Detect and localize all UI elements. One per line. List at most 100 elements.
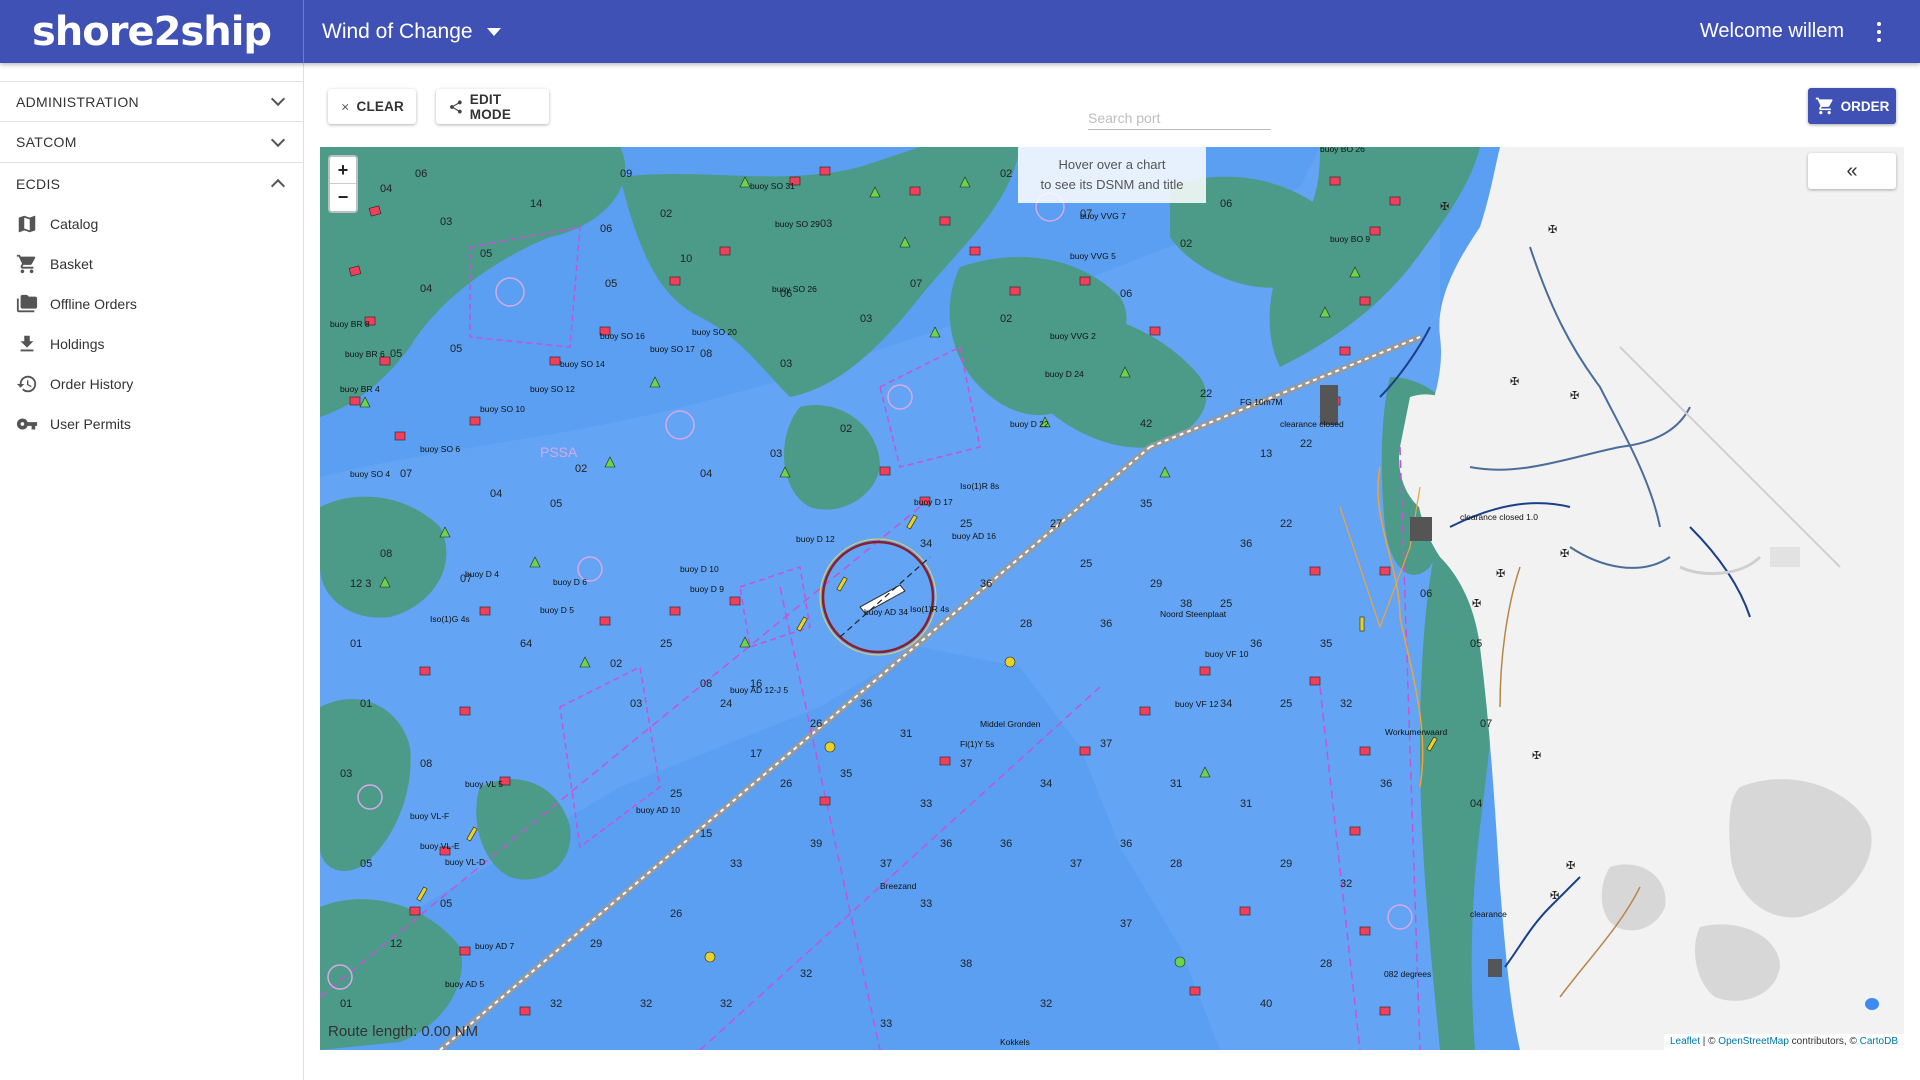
svg-text:buoy D 6: buoy D 6 xyxy=(553,577,587,587)
svg-text:buoy SO 20: buoy SO 20 xyxy=(692,327,737,337)
cartodb-link[interactable]: CartoDB xyxy=(1860,1036,1898,1047)
svg-text:36: 36 xyxy=(1380,778,1392,790)
svg-text:37: 37 xyxy=(960,758,972,770)
svg-text:36: 36 xyxy=(1100,618,1112,630)
svg-text:37: 37 xyxy=(1070,858,1082,870)
svg-text:25: 25 xyxy=(1080,558,1092,570)
svg-text:✠: ✠ xyxy=(1570,390,1579,402)
svg-text:✠: ✠ xyxy=(1510,376,1519,388)
svg-text:buoy SO 10: buoy SO 10 xyxy=(480,404,525,414)
order-button[interactable]: ORDER xyxy=(1808,88,1896,124)
svg-text:03: 03 xyxy=(820,218,832,230)
svg-text:33: 33 xyxy=(730,858,742,870)
svg-text:Iso(1)G 4s: Iso(1)G 4s xyxy=(430,614,470,624)
svg-text:14: 14 xyxy=(530,198,542,210)
sidebar-item-catalog[interactable]: Catalog xyxy=(0,204,303,244)
zoom-in-button[interactable]: + xyxy=(330,157,356,184)
section-administration[interactable]: ADMINISTRATION xyxy=(0,81,303,122)
svg-text:clearance closed: clearance closed xyxy=(1280,419,1344,429)
svg-text:buoy BR 6: buoy BR 6 xyxy=(345,349,385,359)
more-vert-icon[interactable] xyxy=(1876,22,1882,42)
svg-text:32: 32 xyxy=(1340,698,1352,710)
svg-text:buoy AD 34: buoy AD 34 xyxy=(864,607,908,617)
svg-text:01: 01 xyxy=(350,638,362,650)
svg-text:04: 04 xyxy=(490,488,502,500)
svg-text:35: 35 xyxy=(1320,638,1332,650)
svg-text:28: 28 xyxy=(1170,858,1182,870)
svg-text:buoy AD 10: buoy AD 10 xyxy=(636,805,680,815)
svg-text:buoy BO 9: buoy BO 9 xyxy=(1330,234,1370,244)
svg-text:buoy D 24: buoy D 24 xyxy=(1045,369,1084,379)
map-attribution: Leaflet | © OpenStreetMap contributors, … xyxy=(1663,1034,1904,1050)
nautical-chart-map[interactable]: ✠ ✠ ✠ ✠ ✠ ✠ ✠ ✠ ✠ ✠ 04 06 03 14 09 06 02 10 05… xyxy=(320,147,1904,1050)
sidebar-item-offline-orders[interactable]: Offline Orders xyxy=(0,284,303,324)
svg-text:05: 05 xyxy=(360,858,372,870)
svg-text:32: 32 xyxy=(550,998,562,1010)
svg-text:12: 12 xyxy=(390,938,402,950)
svg-text:29: 29 xyxy=(590,938,602,950)
section-ecdis[interactable]: ECDIS xyxy=(0,163,303,204)
collapse-panel-button[interactable]: « xyxy=(1808,153,1896,189)
svg-text:Fl(1)Y 5s: Fl(1)Y 5s xyxy=(960,739,994,749)
svg-text:06: 06 xyxy=(1120,288,1132,300)
cart-icon xyxy=(1815,97,1833,115)
zoom-out-button[interactable]: − xyxy=(330,184,356,211)
svg-text:05: 05 xyxy=(550,498,562,510)
svg-text:25: 25 xyxy=(670,788,682,800)
svg-text:26: 26 xyxy=(780,778,792,790)
svg-text:04: 04 xyxy=(420,283,432,295)
history-icon xyxy=(16,373,38,395)
openstreetmap-link[interactable]: OpenStreetMap xyxy=(1718,1036,1789,1047)
svg-text:01: 01 xyxy=(360,698,372,710)
section-satcom[interactable]: SATCOM xyxy=(0,122,303,163)
vessel-selector[interactable]: Wind of Change xyxy=(322,0,501,63)
svg-text:buoy SO 6: buoy SO 6 xyxy=(420,444,460,454)
svg-text:29: 29 xyxy=(1150,578,1162,590)
share-icon xyxy=(449,99,462,114)
svg-text:22: 22 xyxy=(1280,518,1292,530)
sidebar-item-order-history[interactable]: Order History xyxy=(0,364,303,404)
svg-text:25: 25 xyxy=(960,518,972,530)
svg-text:06: 06 xyxy=(1220,198,1232,210)
sidebar-item-label: Basket xyxy=(50,256,93,272)
svg-text:buoy VF 12: buoy VF 12 xyxy=(1175,699,1219,709)
svg-text:26: 26 xyxy=(810,718,822,730)
svg-text:36: 36 xyxy=(1240,538,1252,550)
svg-text:buoy VL-E: buoy VL-E xyxy=(420,841,460,851)
svg-text:buoy D 4: buoy D 4 xyxy=(465,569,499,579)
key-icon xyxy=(16,413,38,435)
svg-text:buoy D 10: buoy D 10 xyxy=(680,564,719,574)
svg-text:36: 36 xyxy=(1120,838,1132,850)
sidebar-item-holdings[interactable]: Holdings xyxy=(0,324,303,364)
attribution-separator: contributors, © xyxy=(1788,1036,1860,1047)
svg-text:buoy AD 12-J 5: buoy AD 12-J 5 xyxy=(730,685,788,695)
svg-text:22: 22 xyxy=(1300,438,1312,450)
svg-text:buoy D 9: buoy D 9 xyxy=(690,584,724,594)
logo-area[interactable]: shore2ship xyxy=(0,0,304,63)
sidebar-item-basket[interactable]: Basket xyxy=(0,244,303,284)
svg-text:02: 02 xyxy=(610,658,622,670)
svg-text:buoy D 17: buoy D 17 xyxy=(914,497,953,507)
svg-text:Middel Gronden: Middel Gronden xyxy=(980,719,1041,729)
svg-text:05: 05 xyxy=(390,348,402,360)
zoom-control: + − xyxy=(328,155,358,213)
svg-text:buoy VL 5: buoy VL 5 xyxy=(465,779,503,789)
clear-button[interactable]: CLEAR xyxy=(328,89,416,124)
svg-text:buoy VL-F: buoy VL-F xyxy=(410,811,449,821)
svg-text:buoy SO 31: buoy SO 31 xyxy=(750,181,795,191)
chart-canvas[interactable]: ✠ ✠ ✠ ✠ ✠ ✠ ✠ ✠ ✠ ✠ 040603 140906 021005… xyxy=(320,147,1904,1050)
svg-text:Workumerwaard: Workumerwaard xyxy=(1385,727,1447,737)
sidebar-item-user-permits[interactable]: User Permits xyxy=(0,404,303,444)
leaflet-link[interactable]: Leaflet xyxy=(1670,1036,1700,1047)
search-port-input[interactable] xyxy=(1088,106,1271,130)
edit-mode-button[interactable]: EDIT MODE xyxy=(436,89,549,124)
order-label: ORDER xyxy=(1840,98,1890,114)
svg-text:buoy VF 10: buoy VF 10 xyxy=(1205,649,1249,659)
svg-text:06: 06 xyxy=(415,168,427,180)
svg-text:36: 36 xyxy=(940,838,952,850)
svg-text:24: 24 xyxy=(720,698,732,710)
svg-text:Noord Steenplaat: Noord Steenplaat xyxy=(1160,609,1227,619)
svg-text:buoy SO 16: buoy SO 16 xyxy=(600,331,645,341)
hint-line-2: to see its DSNM and title xyxy=(1040,177,1184,192)
svg-text:05: 05 xyxy=(450,343,462,355)
